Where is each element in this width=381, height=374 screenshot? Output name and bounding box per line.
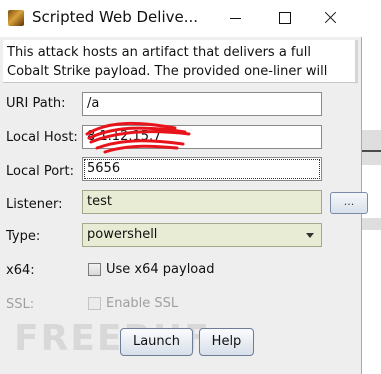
help-button[interactable]: Help — [199, 328, 254, 356]
local-port-label: Local Port: — [6, 164, 74, 179]
background-band — [362, 130, 381, 165]
x64-checkbox[interactable] — [88, 263, 101, 276]
maximize-button[interactable] — [264, 4, 306, 32]
x64-label: x64: — [6, 263, 35, 278]
minimize-button[interactable] — [216, 4, 258, 32]
type-label: Type: — [6, 229, 41, 244]
scripted-web-delivery-dialog: Scripted Web Delive... This attack hosts… — [0, 0, 368, 374]
background-app-strip — [362, 0, 381, 374]
uri-path-label: URI Path: — [6, 96, 66, 111]
local-port-input[interactable]: 5656 — [82, 157, 322, 181]
listener-browse-button[interactable]: ... — [330, 192, 368, 214]
ssl-checkbox — [88, 297, 101, 310]
window-title: Scripted Web Delive... — [32, 8, 199, 26]
uri-path-input[interactable]: /a — [82, 92, 322, 116]
launch-button[interactable]: Launch — [120, 328, 193, 356]
type-selected-value: powershell — [87, 227, 158, 242]
description-body: This attack hosts an artifact that deliv… — [7, 45, 328, 79]
background-band — [362, 218, 381, 230]
close-button[interactable] — [310, 4, 352, 32]
local-host-label: Local Host: — [6, 130, 78, 145]
title-bar[interactable]: Scripted Web Delive... — [0, 0, 362, 37]
listener-field[interactable]: test — [82, 190, 322, 214]
chevron-down-icon[interactable] — [302, 227, 318, 243]
ssl-checkbox-label: Enable SSL — [106, 296, 179, 311]
background-line — [362, 150, 381, 152]
description-text[interactable]: This attack hosts an artifact that deliv… — [3, 40, 358, 83]
x64-checkbox-label[interactable]: Use x64 payload — [106, 262, 214, 277]
listener-label: Listener: — [6, 197, 63, 212]
app-icon — [8, 10, 24, 26]
type-select[interactable]: powershell — [82, 223, 322, 247]
ssl-label: SSL: — [6, 297, 35, 312]
description-scrollbar[interactable] — [355, 40, 358, 82]
redaction-scribble — [85, 121, 191, 154]
